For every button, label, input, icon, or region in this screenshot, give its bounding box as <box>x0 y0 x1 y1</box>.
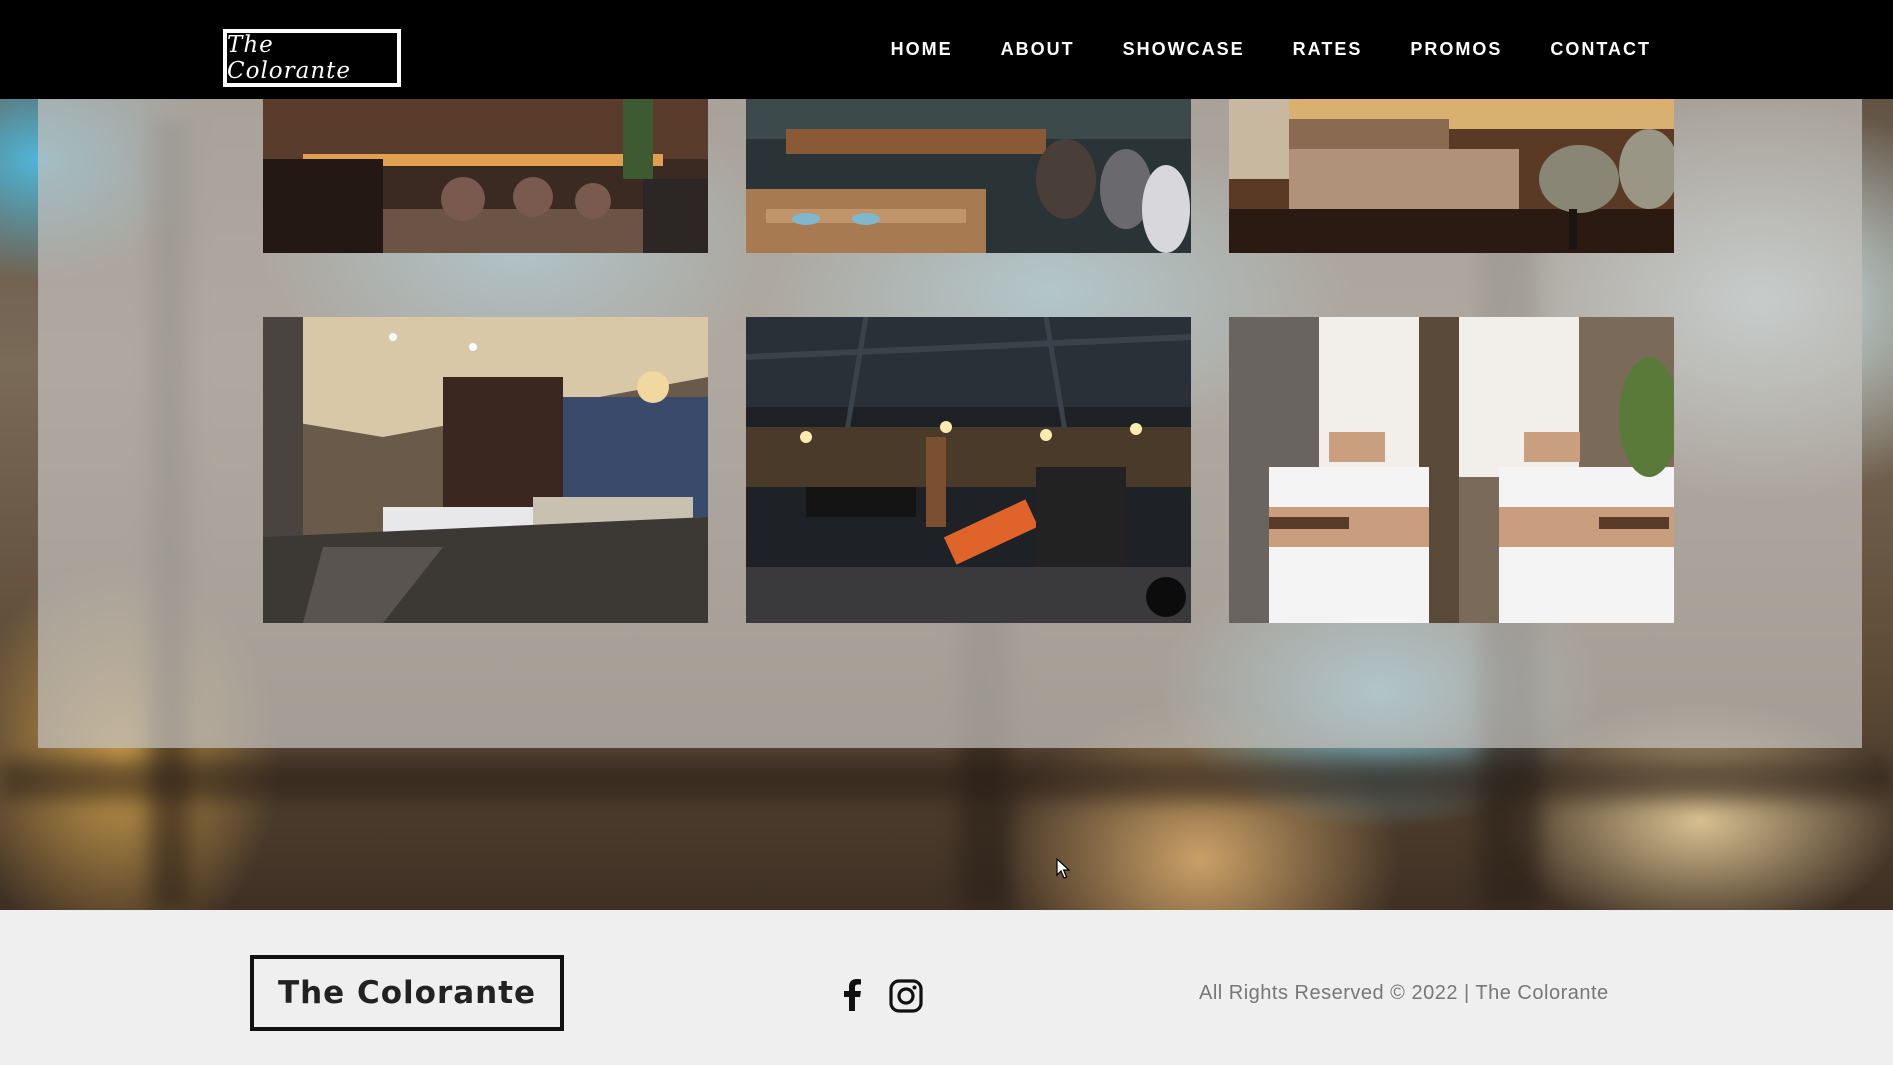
site-header: The Colorante HOME ABOUT SHOWCASE RATES … <box>0 0 1893 99</box>
gallery-photo-gym[interactable] <box>746 317 1191 623</box>
footer-logo[interactable]: The Colorante <box>250 955 564 1031</box>
nav-showcase[interactable]: SHOWCASE <box>1123 39 1245 60</box>
instagram-icon <box>889 979 923 1013</box>
nav-about[interactable]: ABOUT <box>1001 39 1075 60</box>
copyright-text: All Rights Reserved © 2022 | The Coloran… <box>1199 982 1609 1004</box>
facebook-link[interactable] <box>838 978 866 1012</box>
mouse-cursor-icon <box>1056 857 1072 885</box>
header-logo[interactable]: The Colorante <box>223 29 401 87</box>
nav-promos[interactable]: PROMOS <box>1410 39 1502 60</box>
facebook-icon <box>844 979 861 1011</box>
gallery-photo-dining-room[interactable] <box>263 317 708 623</box>
instagram-link[interactable] <box>888 978 924 1014</box>
nav-home[interactable]: HOME <box>891 39 953 60</box>
gallery-photo-lounge[interactable] <box>1229 99 1674 253</box>
gallery-photo-restaurant[interactable] <box>263 99 708 253</box>
gallery-photo-cafe[interactable] <box>746 99 1191 253</box>
gallery-photo-spa[interactable] <box>1229 317 1674 623</box>
main-nav: HOME ABOUT SHOWCASE RATES PROMOS CONTACT <box>843 0 1651 99</box>
nav-contact[interactable]: CONTACT <box>1550 39 1651 60</box>
nav-rates[interactable]: RATES <box>1293 39 1363 60</box>
